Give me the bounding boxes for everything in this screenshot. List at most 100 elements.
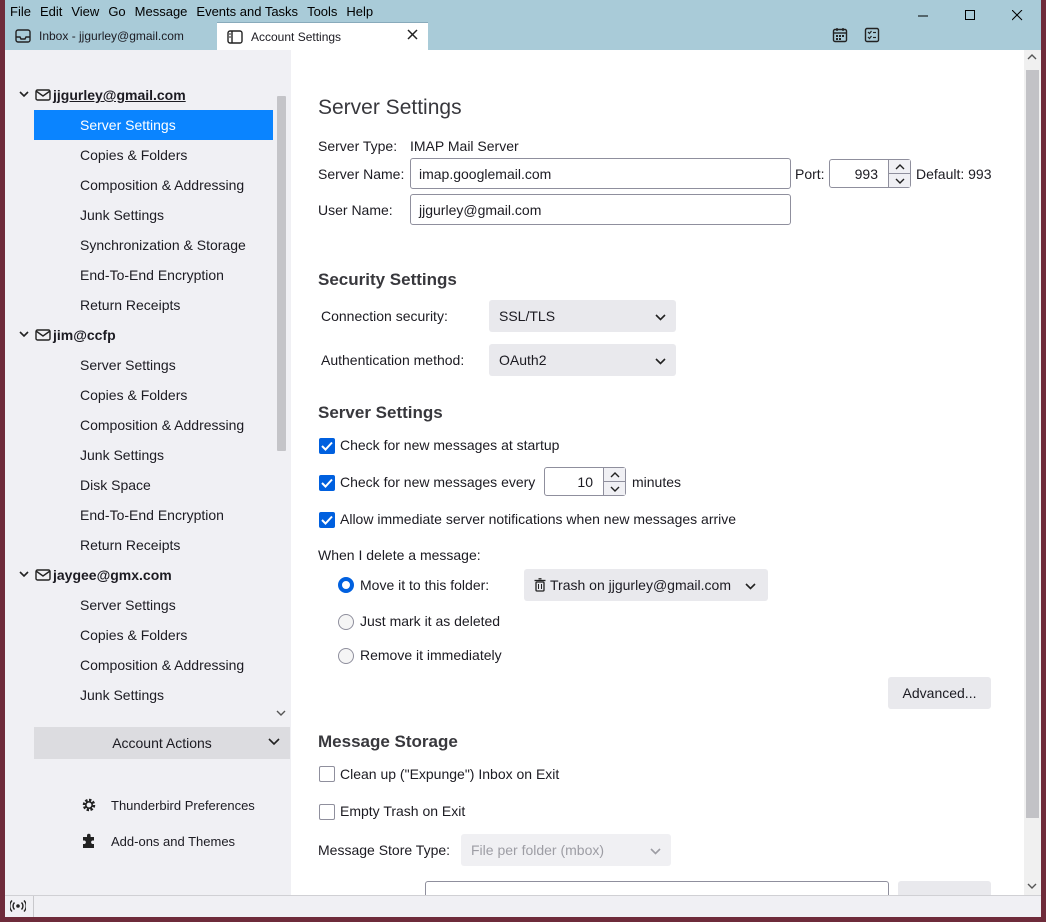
tree-item-sync-storage[interactable]: Synchronization & Storage [34,710,273,718]
trash-folder-select[interactable]: Trash on jjgurley@gmail.com [524,569,768,601]
menu-help[interactable]: Help [346,4,373,19]
content-scroll-thumb[interactable] [1026,70,1039,818]
advanced-button[interactable]: Advanced... [888,677,991,709]
tree-item-junk[interactable]: Junk Settings [34,680,273,710]
account-sidebar: jjgurley@gmail.com Server Settings Copie… [5,50,291,895]
menu-bar: File Edit View Go Message Events and Tas… [5,0,1041,22]
chevron-up-icon[interactable] [889,160,910,174]
tree-item-server-settings[interactable]: Server Settings [34,110,273,140]
tree-item-e2e[interactable]: End-To-End Encryption [34,260,273,290]
auth-method-select[interactable]: OAuth2 [489,344,676,376]
port-label: Port: [795,166,825,182]
menu-file[interactable]: File [10,4,31,19]
check-startup-checkbox[interactable] [319,438,335,454]
account-name: jaygee@gmx.com [53,567,172,583]
user-name-input[interactable]: jjgurley@gmail.com [410,194,791,225]
menu-edit[interactable]: Edit [40,4,62,19]
allow-notifications-label[interactable]: Allow immediate server notifications whe… [340,511,736,527]
chevron-down-icon[interactable] [5,569,35,581]
move-folder-radio[interactable] [338,577,354,593]
trash-icon [534,578,546,592]
calendar-icon[interactable] [832,27,848,46]
chevron-down-icon [745,578,756,594]
remove-immediately-radio[interactable] [338,648,354,664]
addons-label: Add-ons and Themes [111,833,236,849]
port-value: 993 [854,165,878,182]
tab-account-settings[interactable]: Account Settings [217,22,428,50]
sidebar-scroll-thumb[interactable] [277,96,286,451]
online-status-icon[interactable] [9,899,27,916]
server-name-label: Server Name: [318,166,405,182]
account-jim-ccfp[interactable]: jim@ccfp [5,320,116,350]
chevron-down-icon[interactable] [889,174,910,187]
account-actions-button[interactable]: Account Actions [34,727,290,759]
empty-trash-checkbox[interactable] [319,804,335,820]
local-directory-input[interactable] [425,881,889,895]
tree-item-return-receipts[interactable]: Return Receipts [34,290,273,320]
check-every-label[interactable]: Check for new messages every [340,474,535,490]
check-every-checkbox[interactable] [319,475,335,491]
status-bar [5,895,1041,917]
mark-deleted-radio[interactable] [338,614,354,630]
sidebar-scrollbar[interactable] [273,80,290,720]
cleanup-checkbox[interactable] [319,766,335,782]
content-scrollbar[interactable] [1024,50,1041,895]
tree-item-junk[interactable]: Junk Settings [34,440,273,470]
inbox-icon [15,28,31,44]
tree-item-junk[interactable]: Junk Settings [34,200,273,230]
check-interval-buttons [603,468,625,495]
check-interval-stepper[interactable]: 10 [544,467,626,496]
server-settings-heading: Server Settings [318,403,443,422]
chevron-down-icon[interactable] [604,482,625,495]
store-type-select: File per folder (mbox) [461,834,671,866]
account-actions-label: Account Actions [112,735,212,751]
account-jjgurley[interactable]: jjgurley@gmail.com [5,80,186,110]
preferences-label: Thunderbird Preferences [111,797,255,813]
tree-item-composition[interactable]: Composition & Addressing [34,650,273,680]
menu-view[interactable]: View [71,4,99,19]
chevron-down-icon[interactable] [5,89,35,101]
allow-notifications-checkbox[interactable] [319,512,335,528]
remove-immediately-label[interactable]: Remove it immediately [360,647,502,663]
empty-trash-label[interactable]: Empty Trash on Exit [340,803,465,819]
cleanup-label[interactable]: Clean up ("Expunge") Inbox on Exit [340,766,559,782]
chevron-down-icon[interactable] [5,329,35,341]
tab-close-icon[interactable] [407,29,418,43]
account-tree: jjgurley@gmail.com Server Settings Copie… [5,80,273,718]
menu-tools[interactable]: Tools [307,4,337,19]
tree-item-server-settings[interactable]: Server Settings [34,590,273,620]
check-startup-label[interactable]: Check for new messages at startup [340,437,559,453]
server-name-input[interactable]: imap.googlemail.com [410,158,791,189]
menu-message[interactable]: Message [135,4,188,19]
addons-themes-link[interactable]: Add-ons and Themes [80,832,235,850]
chevron-up-icon[interactable] [604,468,625,482]
tasks-icon[interactable] [864,27,880,46]
account-name: jim@ccfp [53,327,116,343]
tree-item-disk-space[interactable]: Disk Space [34,470,273,500]
browse-button[interactable] [898,881,991,895]
security-settings-heading: Security Settings [318,270,457,289]
tree-item-copies-folders[interactable]: Copies & Folders [34,380,273,410]
tab-inbox[interactable]: Inbox - jjgurley@gmail.com [5,22,215,50]
scroll-down-icon[interactable] [1027,882,1037,893]
tree-item-composition[interactable]: Composition & Addressing [34,410,273,440]
menu-go[interactable]: Go [108,4,125,19]
menu-events-and-tasks[interactable]: Events and Tasks [196,4,298,19]
tree-item-sync-storage[interactable]: Synchronization & Storage [34,230,273,260]
server-type-value: IMAP Mail Server [410,138,519,154]
port-stepper[interactable]: 993 [829,159,911,188]
tree-item-server-settings[interactable]: Server Settings [34,350,273,380]
connection-security-select[interactable]: SSL/TLS [489,300,676,332]
scroll-up-icon[interactable] [1027,52,1037,63]
tree-item-return-receipts[interactable]: Return Receipts [34,530,273,560]
move-folder-label[interactable]: Move it to this folder: [360,577,489,593]
mark-deleted-label[interactable]: Just mark it as deleted [360,613,500,629]
thunderbird-preferences-link[interactable]: Thunderbird Preferences [80,796,255,814]
tree-item-copies-folders[interactable]: Copies & Folders [34,140,273,170]
tree-item-composition[interactable]: Composition & Addressing [34,170,273,200]
scroll-down-icon[interactable] [276,709,286,720]
tree-item-copies-folders[interactable]: Copies & Folders [34,620,273,650]
store-type-label: Message Store Type: [318,842,451,858]
tree-item-e2e[interactable]: End-To-End Encryption [34,500,273,530]
account-jaygee[interactable]: jaygee@gmx.com [5,560,172,590]
